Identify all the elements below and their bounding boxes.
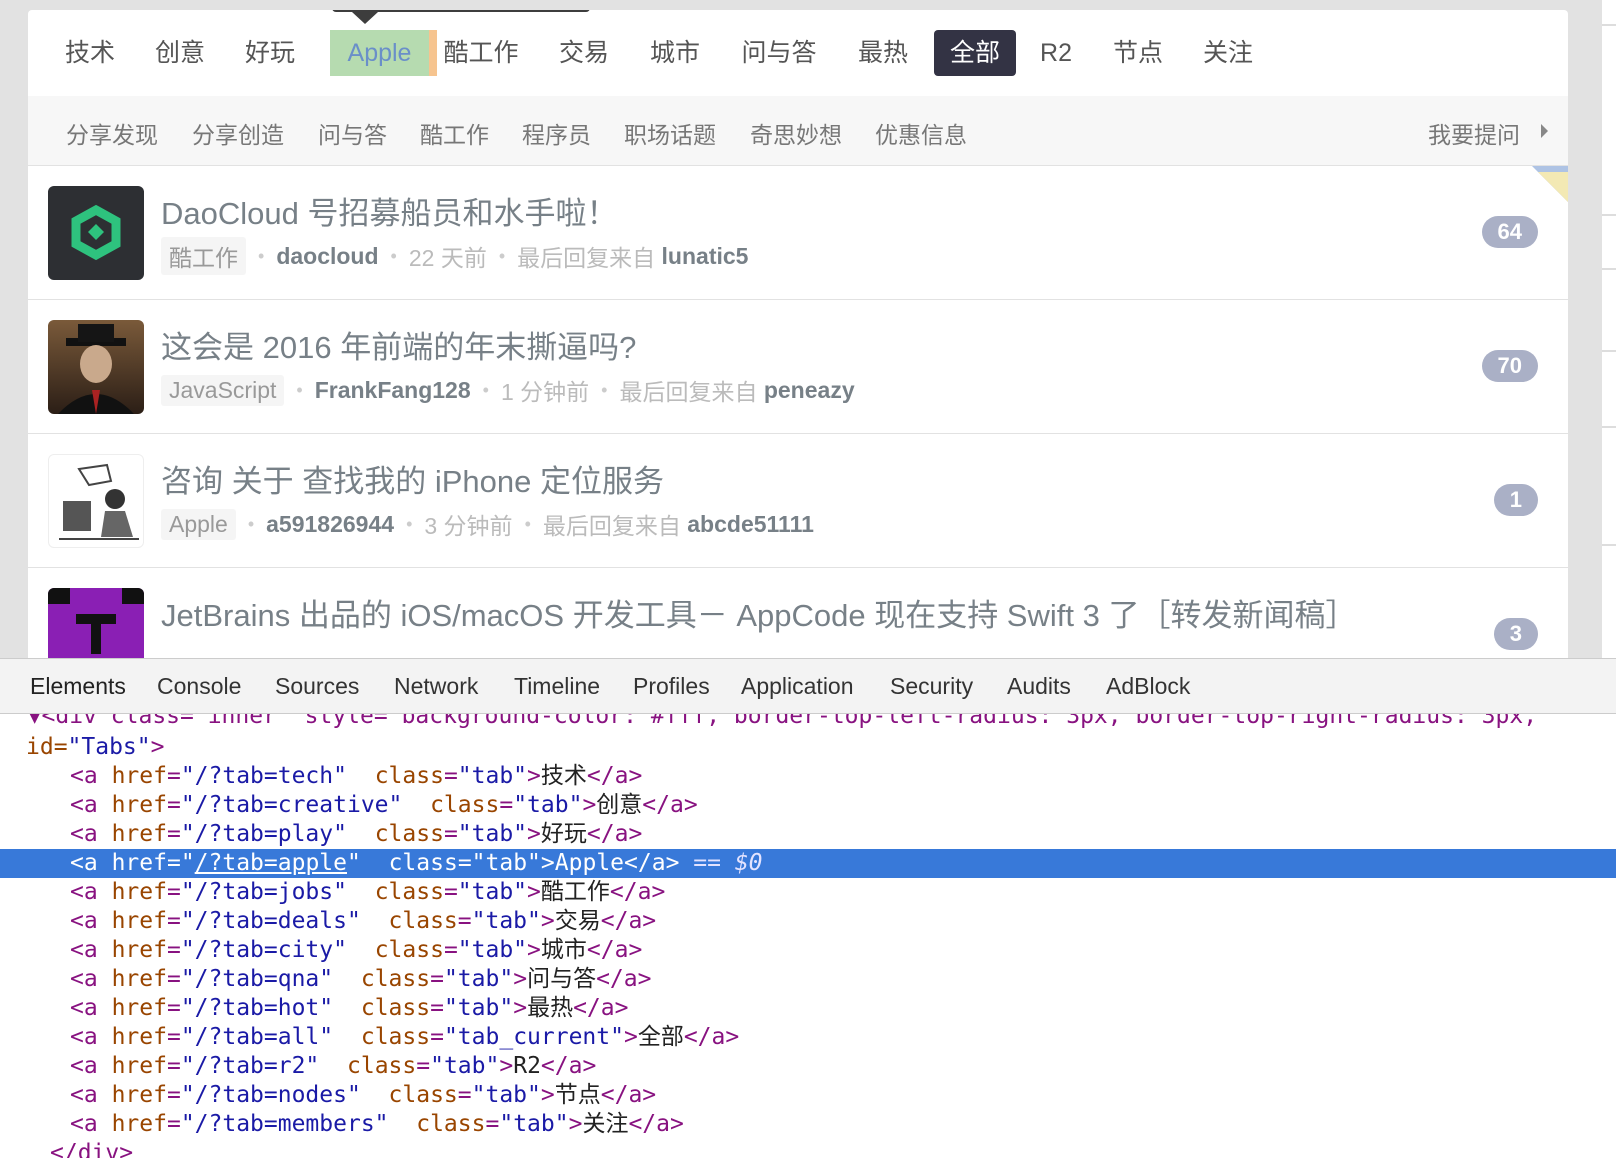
devtools-tab-adblock[interactable]: AdBlock: [1106, 673, 1190, 700]
devtools-tab-timeline[interactable]: Timeline: [514, 673, 600, 700]
devtools-tab-console[interactable]: Console: [157, 673, 241, 700]
devtools-tab-profiles[interactable]: Profiles: [633, 673, 710, 700]
node-tag[interactable]: JavaScript: [161, 374, 285, 406]
devtools-tab-audits[interactable]: Audits: [1007, 673, 1071, 700]
author-link[interactable]: FrankFang128: [315, 377, 471, 404]
tab-qna[interactable]: 问与答: [740, 30, 818, 76]
dom-line[interactable]: <a href="/?tab=city" class="tab">城市</a>: [0, 936, 1616, 965]
tab-city[interactable]: 城市: [649, 30, 701, 76]
tab-members[interactable]: 关注: [1202, 30, 1254, 76]
dom-line-id: id="Tabs">: [26, 734, 165, 760]
subtab-programmer[interactable]: 程序员: [522, 116, 591, 150]
reply-count-badge[interactable]: 3: [1493, 618, 1538, 650]
inspector-tooltip: [332, 10, 590, 24]
node-tag[interactable]: Apple: [161, 508, 236, 540]
last-reply-user[interactable]: abcde51111: [687, 511, 814, 538]
dom-line[interactable]: <a href="/?tab=members" class="tab">关注</…: [0, 1110, 1616, 1139]
elements-tree[interactable]: ▼<div class="inner" style="background-co…: [0, 714, 1616, 1158]
topic-item: 咨询 关于 查找我的 iPhone 定位服务 Apple • a59182694…: [28, 434, 1568, 568]
tab-r2[interactable]: R2: [1038, 30, 1074, 76]
tab-tech[interactable]: 技术: [64, 30, 116, 76]
avatar[interactable]: [48, 186, 144, 280]
dom-line[interactable]: <a href="/?tab=r2" class="tab">R2</a>: [0, 1052, 1616, 1081]
dom-line[interactable]: <a href="/?tab=tech" class="tab">技术</a>: [0, 762, 1616, 791]
topic-item: JetBrains 出品的 iOS/macOS 开发工具－ AppCode 现在…: [28, 568, 1568, 658]
topic-meta: 酷工作 • daocloud • 22 天前 • 最后回复来自 lunatic5: [161, 237, 749, 275]
subtab-create[interactable]: 分享创造: [192, 116, 284, 150]
tab-creative[interactable]: 创意: [154, 30, 206, 76]
tab-jobs[interactable]: 酷工作: [442, 30, 520, 76]
tabs-bar: 技术 创意 好玩 Apple 酷工作 交易 城市 问与答 最热 全部 R2 节点…: [28, 10, 1568, 96]
devtools-tab-bar: Elements Console Sources Network Timelin…: [0, 658, 1616, 714]
caret-right-icon: [1541, 124, 1548, 138]
author-link[interactable]: daocloud: [276, 243, 378, 270]
ask-question-link[interactable]: 我要提问: [1428, 116, 1520, 150]
topics-box: 技术 创意 好玩 Apple 酷工作 交易 城市 问与答 最热 全部 R2 节点…: [28, 10, 1568, 658]
subtab-jobs[interactable]: 酷工作: [420, 116, 489, 150]
node-tag[interactable]: 酷工作: [161, 237, 246, 275]
topic-time: 1 分钟前: [500, 379, 590, 405]
tab-all[interactable]: 全部: [934, 30, 1016, 76]
topic-title[interactable]: 这会是 2016 年前端的年末撕逼吗?: [161, 322, 636, 367]
topic-title[interactable]: 咨询 关于 查找我的 iPhone 定位服务: [161, 456, 664, 501]
avatar[interactable]: [48, 320, 144, 414]
devtools-tab-elements[interactable]: Elements: [30, 673, 126, 700]
last-reply-label: 最后回复来自: [542, 513, 681, 539]
page-viewport: 技术 创意 好玩 Apple 酷工作 交易 城市 问与答 最热 全部 R2 节点…: [0, 0, 1616, 658]
subtab-ideas[interactable]: 奇思妙想: [750, 116, 842, 150]
reply-count-badge[interactable]: 70: [1481, 350, 1538, 382]
topic-title[interactable]: JetBrains 出品的 iOS/macOS 开发工具－ AppCode 现在…: [161, 590, 1356, 635]
topic-item: 这会是 2016 年前端的年末撕逼吗? JavaScript • FrankFa…: [28, 300, 1568, 434]
dom-line[interactable]: <a href="/?tab=jobs" class="tab">酷工作</a>: [0, 878, 1616, 907]
subtab-deals[interactable]: 优惠信息: [875, 116, 967, 150]
avatar[interactable]: [48, 588, 144, 658]
right-sidebar-edge: [1602, 0, 1616, 658]
dom-line-close: </div>: [50, 1140, 134, 1158]
tab-deals[interactable]: 交易: [558, 30, 610, 76]
dom-line[interactable]: <a href="/?tab=nodes" class="tab">节点</a>: [0, 1081, 1616, 1110]
devtools-tab-network[interactable]: Network: [394, 673, 478, 700]
devtools-tab-application[interactable]: Application: [741, 673, 854, 700]
tab-hot[interactable]: 最热: [857, 30, 909, 76]
tab-play[interactable]: 好玩: [244, 30, 296, 76]
subtab-share[interactable]: 分享发现: [66, 116, 158, 150]
devtools-panel: Elements Console Sources Network Timelin…: [0, 658, 1616, 1158]
topic-time: 22 天前: [408, 245, 487, 271]
last-reply-user[interactable]: peneazy: [764, 377, 855, 404]
reply-count-badge[interactable]: 1: [1493, 484, 1538, 516]
topic-time: 3 分钟前: [424, 513, 513, 539]
dom-line[interactable]: <a href="/?tab=play" class="tab">好玩</a>: [0, 820, 1616, 849]
topic-meta: Apple • a591826944 • 3 分钟前 • 最后回复来自 abcd…: [161, 506, 814, 542]
dom-line[interactable]: <a href="/?tab=creative" class="tab">创意<…: [0, 791, 1616, 820]
reply-count-badge[interactable]: 64: [1481, 216, 1538, 248]
avatar[interactable]: [48, 454, 144, 548]
last-reply-label: 最后回复来自: [619, 379, 758, 405]
dom-line-cut: ▼<div class="inner" style="background-co…: [0, 714, 1538, 729]
topic-meta: JavaScript • FrankFang128 • 1 分钟前 • 最后回复…: [161, 372, 855, 408]
tab-apple[interactable]: Apple: [330, 30, 437, 76]
dom-line[interactable]: <a href="/?tab=qna" class="tab">问与答</a>: [0, 965, 1616, 994]
author-link[interactable]: a591826944: [266, 511, 394, 538]
subtab-qna[interactable]: 问与答: [318, 116, 387, 150]
devtools-tab-sources[interactable]: Sources: [275, 673, 359, 700]
subtab-career[interactable]: 职场话题: [624, 116, 716, 150]
dom-line[interactable]: <a href="/?tab=apple" class="tab">Apple<…: [0, 849, 1616, 878]
topic-item: DaoCloud 号招募船员和水手啦！ 酷工作 • daocloud • 22 …: [28, 166, 1568, 300]
sub-tabs-bar: 分享发现 分享创造 问与答 酷工作 程序员 职场话题 奇思妙想 优惠信息 我要提…: [28, 96, 1568, 166]
dom-line[interactable]: <a href="/?tab=hot" class="tab">最热</a>: [0, 994, 1616, 1023]
dom-line[interactable]: <a href="/?tab=deals" class="tab">交易</a>: [0, 907, 1616, 936]
tab-nodes[interactable]: 节点: [1112, 30, 1164, 76]
corner-ribbon-inner: [1538, 172, 1568, 202]
devtools-tab-security[interactable]: Security: [890, 673, 973, 700]
dom-line[interactable]: <a href="/?tab=all" class="tab_current">…: [0, 1023, 1616, 1052]
topic-title[interactable]: DaoCloud 号招募船员和水手啦！: [161, 188, 617, 233]
last-reply-label: 最后回复来自: [517, 245, 656, 271]
last-reply-user[interactable]: lunatic5: [662, 243, 749, 270]
